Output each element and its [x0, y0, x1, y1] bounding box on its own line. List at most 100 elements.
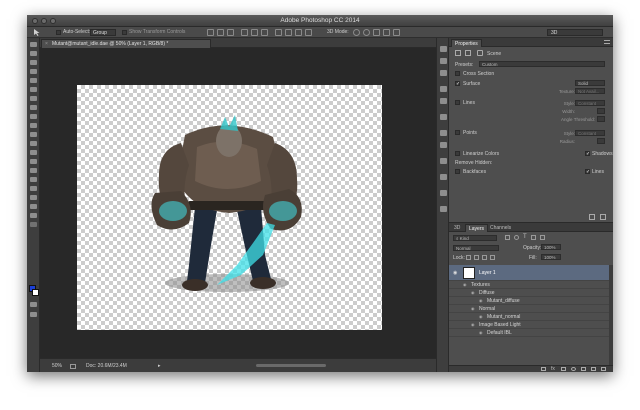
scene-filter-icon[interactable]: [455, 50, 461, 56]
layer-sub-item[interactable]: ◉ Normal: [449, 305, 609, 313]
surface-style-dropdown[interactable]: Solid: [575, 80, 605, 86]
new-layer-icon[interactable]: [591, 367, 596, 371]
angle-threshold-field[interactable]: [597, 116, 605, 122]
history-icon[interactable]: [440, 46, 447, 52]
quick-mask-icon[interactable]: [30, 302, 37, 307]
link-layers-icon[interactable]: [541, 367, 546, 371]
add-mask-icon[interactable]: [561, 367, 566, 371]
background-color-swatch[interactable]: [32, 289, 39, 296]
fx-icon[interactable]: fx: [551, 366, 555, 372]
layer-sub-item[interactable]: ◉ Diffuse: [449, 289, 609, 297]
tab-3d[interactable]: 3D: [451, 224, 463, 232]
lock-pixels-icon[interactable]: [474, 255, 479, 260]
scale-3d-icon[interactable]: [393, 29, 400, 36]
workspace-dropdown[interactable]: 3D: [547, 29, 603, 36]
lasso-tool-icon[interactable]: [30, 60, 37, 65]
align-top-icon[interactable]: [207, 29, 214, 36]
surface-checkbox[interactable]: ✓: [455, 81, 460, 87]
points-style-dropdown[interactable]: Constant: [575, 130, 605, 136]
tab-properties[interactable]: Properties: [451, 39, 482, 47]
tool-presets-icon[interactable]: [440, 98, 447, 104]
healing-brush-tool-icon[interactable]: [30, 96, 37, 101]
visibility-eye-icon[interactable]: ◉: [479, 313, 483, 321]
visibility-eye-icon[interactable]: ◉: [471, 321, 475, 329]
backfaces-checkbox[interactable]: [455, 169, 460, 174]
opacity-field[interactable]: 100%: [541, 244, 561, 250]
eyedropper-tool-icon[interactable]: [30, 87, 37, 92]
document-tab[interactable]: × Mutant@mutant_idle.dae @ 50% (Layer 1,…: [41, 39, 211, 48]
quick-select-tool-icon[interactable]: [30, 69, 37, 74]
points-radius-field[interactable]: [597, 138, 605, 144]
document-canvas[interactable]: [77, 85, 382, 330]
visibility-eye-icon[interactable]: ◉: [453, 265, 457, 281]
render-icon[interactable]: [589, 214, 595, 220]
filter-shape-icon[interactable]: [531, 235, 536, 240]
path-select-tool-icon[interactable]: [30, 186, 37, 191]
horizontal-scrollbar[interactable]: [256, 364, 326, 367]
filter-smart-object-icon[interactable]: [540, 235, 545, 240]
delete-layer-icon[interactable]: [601, 367, 606, 371]
orbit-3d-icon[interactable]: [353, 29, 360, 36]
visibility-eye-icon[interactable]: ◉: [479, 329, 483, 337]
shadows-checkbox[interactable]: ✓: [585, 151, 590, 157]
status-menu-arrow[interactable]: ▸: [158, 363, 161, 369]
drag-3d-icon[interactable]: [373, 29, 380, 36]
remove-lines-checkbox[interactable]: ✓: [585, 169, 590, 175]
clone-stamp-tool-icon[interactable]: [30, 114, 37, 119]
filter-pixel-icon[interactable]: [505, 235, 510, 240]
distribute-bottom-icon[interactable]: [295, 29, 302, 36]
gradient-tool-icon[interactable]: [30, 141, 37, 146]
points-checkbox[interactable]: [455, 130, 460, 135]
workspace-area[interactable]: [40, 48, 436, 358]
layer-sub-item[interactable]: ◉ Mutant_normal: [449, 313, 609, 321]
show-transform-checkbox[interactable]: [122, 30, 127, 35]
share-icon[interactable]: [70, 364, 76, 369]
tab-channels[interactable]: Channels: [487, 224, 514, 232]
visibility-eye-icon[interactable]: ◉: [471, 289, 475, 297]
layers-scrollbar[interactable]: [609, 265, 613, 365]
blend-mode-dropdown[interactable]: Normal: [453, 245, 499, 251]
lines-width-field[interactable]: [597, 108, 605, 114]
align-left-icon[interactable]: [241, 29, 248, 36]
dodge-tool-icon[interactable]: [30, 159, 37, 164]
lines-checkbox[interactable]: [455, 100, 460, 105]
layer-sub-item[interactable]: ◉ Image Based Light: [449, 321, 609, 329]
paragraph-icon[interactable]: [440, 142, 447, 148]
roll-3d-icon[interactable]: [363, 29, 370, 36]
auto-select-checkbox[interactable]: [56, 30, 61, 35]
filter-adjustment-icon[interactable]: [514, 235, 519, 240]
lock-position-icon[interactable]: [482, 255, 487, 260]
rectangle-tool-icon[interactable]: [30, 195, 37, 200]
visibility-eye-icon[interactable]: ◉: [479, 297, 483, 305]
tab-layers[interactable]: Layers: [465, 224, 489, 232]
blur-tool-icon[interactable]: [30, 150, 37, 155]
zoom-tool-icon[interactable]: [30, 213, 37, 218]
timeline-icon[interactable]: [440, 174, 447, 180]
styles-icon[interactable]: [440, 86, 447, 92]
layer-sub-item[interactable]: ◉ Textures: [449, 281, 609, 289]
move-tool-icon[interactable]: [30, 42, 37, 47]
lock-all-icon[interactable]: [490, 255, 495, 260]
3d-icon[interactable]: [440, 158, 447, 164]
linearize-colors-checkbox[interactable]: [455, 151, 460, 156]
visibility-eye-icon[interactable]: ◉: [471, 305, 475, 313]
new-group-icon[interactable]: [581, 367, 586, 371]
layer-row[interactable]: ◉ Layer 1: [449, 265, 609, 281]
align-vcenter-icon[interactable]: [217, 29, 224, 36]
adjustments-icon[interactable]: [440, 70, 447, 76]
layer-sub-item[interactable]: ◉ Default IBL: [449, 329, 609, 337]
lines-style-dropdown[interactable]: Constant: [575, 100, 605, 106]
lock-transparency-icon[interactable]: [466, 255, 471, 260]
distribute-top-icon[interactable]: [275, 29, 282, 36]
marquee-tool-icon[interactable]: [30, 51, 37, 56]
filter-type-icon[interactable]: T: [523, 234, 527, 240]
move-tool-preset-icon[interactable]: [33, 29, 40, 36]
distribute-vcenter-icon[interactable]: [285, 29, 292, 36]
layer-sub-item[interactable]: ◉ Mutant_diffuse: [449, 297, 609, 305]
distribute-left-icon[interactable]: [305, 29, 312, 36]
navigator-icon[interactable]: [440, 190, 447, 196]
fill-field[interactable]: 100%: [541, 254, 561, 260]
surface-texture-dropdown[interactable]: Not Avail...: [575, 88, 605, 94]
delete-icon[interactable]: [600, 214, 606, 220]
panel-menu-icon[interactable]: [604, 40, 610, 44]
